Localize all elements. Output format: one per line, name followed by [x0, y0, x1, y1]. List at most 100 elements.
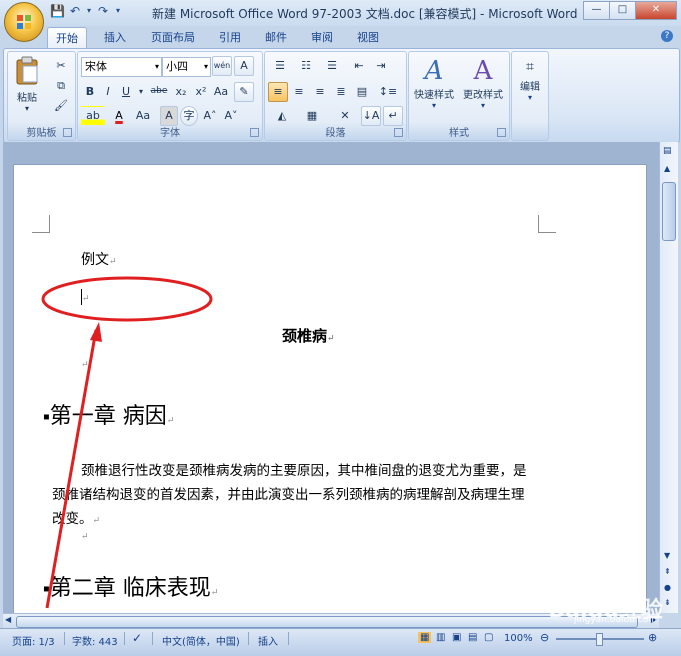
customize-qat-icon[interactable]: ▾	[114, 4, 122, 18]
highlight-icon[interactable]: ab	[81, 106, 105, 126]
line-spacing-icon[interactable]: ↕≡	[375, 82, 401, 102]
tab-insert[interactable]: 插入	[104, 29, 126, 45]
scroll-down-icon[interactable]: ▼	[664, 551, 670, 560]
tab-page-layout[interactable]: 页面布局	[151, 29, 195, 45]
binoculars-icon: ⌗	[526, 59, 534, 75]
font-size-value: 小四	[166, 60, 188, 73]
word-count[interactable]: 字数: 443	[72, 633, 118, 648]
font-color-icon[interactable]: A	[109, 106, 129, 126]
title-bar: 💾 ↶ ▾ ↷ ▾ 新建 Microsoft Office Word 97-20…	[0, 0, 681, 26]
zoom-level[interactable]: 100%	[504, 633, 533, 644]
ruler-toggle-icon[interactable]: ▤	[663, 146, 672, 156]
align-right-icon[interactable]: ≡	[310, 82, 330, 102]
outline-view-icon[interactable]: ▤	[468, 632, 477, 643]
undo-icon[interactable]: ↶	[68, 4, 82, 18]
insert-mode-indicator[interactable]: 插入	[258, 633, 278, 648]
scroll-left-icon[interactable]: ◀	[5, 615, 11, 624]
chinese-layout-icon[interactable]: ✕	[331, 106, 359, 126]
change-case-icon[interactable]: Aa	[211, 82, 231, 102]
styles-launcher-icon[interactable]	[497, 128, 506, 137]
help-icon[interactable]: ?	[661, 30, 673, 42]
tab-mailings[interactable]: 邮件	[265, 29, 287, 45]
tab-home[interactable]: 开始	[47, 27, 87, 50]
scroll-up-icon[interactable]: ▲	[664, 164, 670, 173]
page-count[interactable]: 页面: 1/3	[12, 633, 55, 648]
char-shading-icon[interactable]: A	[160, 106, 178, 126]
align-center-icon[interactable]: ≡	[289, 82, 309, 102]
vertical-scrollbar[interactable]: ▤ ▲ ▼ ⇞ ● ⇟	[659, 142, 678, 613]
pinyin-guide-icon[interactable]: wén	[212, 56, 232, 76]
editing-group: ⌗ 编辑 ▾	[511, 51, 549, 141]
zoom-slider-thumb[interactable]	[596, 633, 603, 646]
maximize-button[interactable]: □	[609, 1, 636, 20]
redo-icon[interactable]: ↷	[96, 4, 110, 18]
increase-indent-icon[interactable]: ⇥	[371, 56, 391, 76]
change-case-button[interactable]: Aa	[131, 106, 155, 126]
justify-icon[interactable]: ≣	[331, 82, 351, 102]
spell-check-icon[interactable]: ✓	[132, 631, 142, 645]
underline-button[interactable]: U	[117, 82, 135, 102]
underline-dropdown-icon[interactable]: ▾	[135, 82, 147, 102]
editing-button[interactable]: ⌗ 编辑 ▾	[514, 56, 546, 102]
office-logo-icon	[17, 15, 31, 29]
paste-button[interactable]: 粘贴 ▾	[12, 56, 42, 118]
cut-icon[interactable]: ✂	[52, 56, 70, 76]
save-icon[interactable]: 💾	[50, 4, 65, 18]
numbering-icon[interactable]: ☷	[294, 56, 318, 76]
vertical-scroll-thumb[interactable]	[662, 182, 676, 241]
multilevel-list-icon[interactable]: ☰	[320, 56, 344, 76]
font-name-combo[interactable]: 宋体 ▾	[81, 57, 162, 77]
sort-icon[interactable]: ↓A	[361, 106, 381, 126]
zoom-in-icon[interactable]: ⊕	[648, 631, 657, 644]
grow-font-icon[interactable]: A˄	[200, 106, 220, 126]
shading-icon[interactable]: ◭	[268, 106, 296, 126]
office-button[interactable]	[4, 2, 44, 42]
paragraph-line-3: 改变。↵	[52, 511, 101, 527]
print-layout-icon[interactable]: ▦	[418, 632, 432, 643]
minimize-button[interactable]: —	[583, 1, 610, 20]
change-styles-button[interactable]: A 更改样式 ▾	[459, 56, 507, 110]
empty-paragraph: ↵	[81, 360, 89, 370]
subscript-button[interactable]: x₂	[171, 82, 191, 102]
quick-styles-button[interactable]: A 快速样式 ▾	[411, 56, 457, 110]
format-painter-icon[interactable]: 🖌	[52, 96, 70, 116]
decrease-indent-icon[interactable]: ⇤	[349, 56, 369, 76]
horizontal-scroll-thumb[interactable]	[16, 616, 638, 628]
next-page-icon[interactable]: ⇟	[664, 598, 671, 607]
font-size-dropdown-icon[interactable]: ▾	[204, 58, 208, 75]
tab-view[interactable]: 视图	[357, 29, 379, 45]
tab-review[interactable]: 审阅	[311, 29, 333, 45]
shrink-font-icon[interactable]: A˅	[221, 106, 241, 126]
borders-icon[interactable]: ▦	[298, 106, 326, 126]
superscript-button[interactable]: x²	[191, 82, 211, 102]
clipboard-group: 粘贴 ▾ ✂ ⧉ 🖌 剪贴板	[7, 51, 76, 141]
distributed-icon[interactable]: ▤	[352, 82, 372, 102]
web-layout-icon[interactable]: ▣	[452, 632, 461, 643]
tab-references[interactable]: 引用	[219, 29, 241, 45]
previous-page-icon[interactable]: ⇞	[664, 567, 671, 576]
draft-view-icon[interactable]: ▢	[484, 632, 493, 643]
show-marks-icon[interactable]: ↵	[383, 106, 403, 126]
font-name-dropdown-icon[interactable]: ▾	[155, 58, 159, 75]
char-border-icon[interactable]: A	[234, 56, 254, 76]
language-indicator[interactable]: 中文(简体，中国)	[162, 633, 240, 648]
select-browse-object-icon[interactable]: ●	[664, 583, 671, 592]
clear-format-icon[interactable]: ✎	[234, 82, 254, 102]
full-screen-reading-icon[interactable]: ▥	[436, 632, 445, 643]
font-launcher-icon[interactable]	[250, 128, 259, 137]
zoom-out-icon[interactable]: ⊖	[540, 631, 549, 644]
copy-icon[interactable]: ⧉	[52, 76, 70, 96]
italic-button[interactable]: I	[99, 82, 117, 102]
font-size-combo[interactable]: 小四 ▾	[162, 57, 211, 77]
paragraph-launcher-icon[interactable]	[394, 128, 403, 137]
bullets-icon[interactable]: ☰	[268, 56, 292, 76]
clipboard-launcher-icon[interactable]	[63, 128, 72, 137]
document-page[interactable]: 例文↵ ↵ 颈椎病↵ ↵ ▪第一章 病因↵ 颈椎退行性改变是颈椎病发病的主要原因…	[13, 164, 647, 613]
align-left-icon[interactable]: ≡	[268, 82, 288, 102]
enclose-char-icon[interactable]: 字	[180, 106, 198, 126]
close-button[interactable]: ✕	[635, 1, 677, 20]
bold-button[interactable]: B	[81, 82, 99, 102]
cursor-line: ↵	[81, 289, 90, 305]
undo-dropdown-icon[interactable]: ▾	[86, 4, 92, 18]
strikethrough-button[interactable]: abe	[147, 82, 171, 102]
